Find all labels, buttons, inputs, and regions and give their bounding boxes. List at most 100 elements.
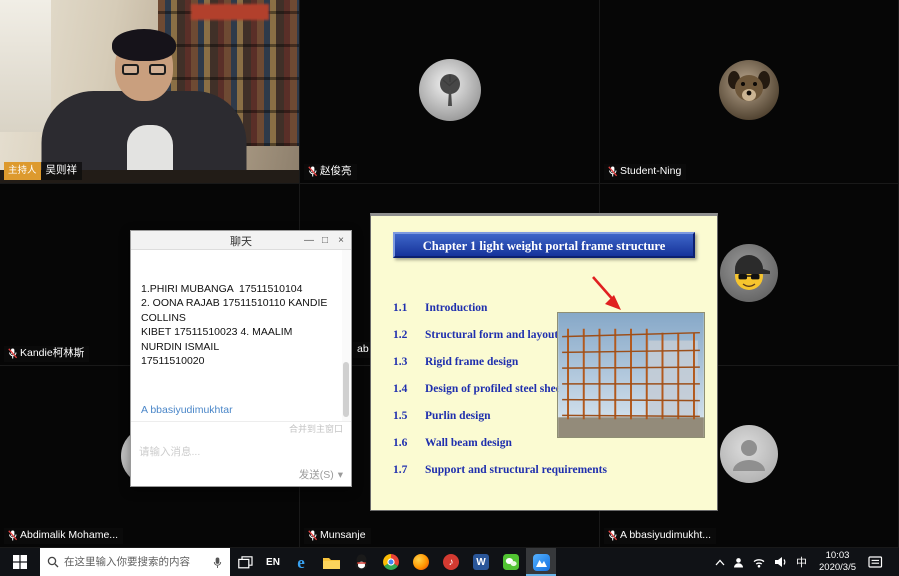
meeting-window: 主持人 吴则祥 赵俊亮: [0, 0, 899, 576]
person-head: [115, 35, 173, 101]
start-button[interactable]: [0, 548, 40, 576]
merge-to-main-window-button[interactable]: 合并到主窗口: [289, 422, 343, 437]
word-icon: W: [473, 554, 489, 570]
chat-titlebar[interactable]: 聊天 — □ ×: [131, 231, 351, 250]
red-arrow-annotation: [587, 272, 637, 318]
participant-name: Kandie柯林斯: [20, 347, 84, 360]
tray-caret-up-icon[interactable]: [715, 559, 725, 566]
taskbar-clock[interactable]: 10:03 2020/3/5: [815, 550, 860, 574]
network-icon[interactable]: [752, 557, 766, 568]
chat-window: 聊天 — □ × 1.PHIRI MUBANGA 17511510104 2. …: [130, 230, 352, 487]
avatar: [419, 59, 481, 121]
edge-icon: e: [297, 554, 305, 571]
taskbar-app-qq[interactable]: [346, 548, 376, 576]
glasses-left: [122, 64, 139, 75]
clock-time: 10:03: [819, 550, 856, 562]
person-silhouette-icon: [725, 430, 773, 478]
action-center-icon[interactable]: [868, 555, 883, 569]
participant-label: 主持人 吴则祥: [4, 162, 82, 180]
windows-logo-icon: [13, 555, 27, 569]
maximize-button[interactable]: □: [317, 231, 333, 250]
chat-send-row: 发送(S) ▾: [131, 466, 351, 486]
chat-message-input[interactable]: [131, 437, 351, 467]
chat-scrollbar[interactable]: [342, 250, 350, 421]
search-icon: [47, 556, 59, 568]
search-input[interactable]: [64, 556, 207, 568]
taskbar-app-chrome[interactable]: [376, 548, 406, 576]
language-indicator[interactable]: EN: [260, 548, 286, 576]
muted-mic-icon: [8, 530, 17, 541]
steel-structure-photo: [557, 312, 705, 438]
chat-sender-name: A bbasiyudimukhtar: [141, 403, 335, 417]
muted-mic-icon: [308, 530, 317, 541]
participant-name: ab: [357, 343, 369, 356]
taskbar-app-file-explorer[interactable]: [316, 548, 346, 576]
music-note-icon: ♪: [449, 557, 454, 568]
shared-screen-slide: Chapter 1 light weight portal frame stru…: [370, 213, 718, 511]
taskbar-app-firefox[interactable]: [406, 548, 436, 576]
muted-mic-icon: [608, 530, 617, 541]
participant-label: Student-Ning: [604, 164, 686, 180]
participant-name: Student-Ning: [620, 165, 681, 178]
people-tray-icon[interactable]: [733, 557, 744, 568]
cool-guy-icon: [725, 249, 773, 297]
participant-label: Kandie柯林斯: [4, 346, 89, 362]
qq-penguin-icon: [354, 554, 369, 570]
toc-item: 1.7Support and structural requirements: [393, 464, 607, 491]
taskbar-app-edge[interactable]: e: [286, 548, 316, 576]
clock-date: 2020/3/5: [819, 562, 856, 574]
participant-name: 吴则祥: [41, 162, 83, 180]
task-view-icon: [238, 556, 253, 569]
close-button[interactable]: ×: [333, 231, 349, 250]
participant-name: Abdimalik Mohame...: [20, 529, 118, 542]
chat-scrollbar-thumb[interactable]: [343, 362, 349, 417]
system-tray: 中 10:03 2020/3/5: [715, 548, 899, 576]
toc-item: 1.6Wall beam design: [393, 437, 607, 464]
send-button[interactable]: 发送(S) ▾: [299, 467, 343, 482]
chat-toolbar: 合并到主窗口: [131, 421, 351, 437]
video-tile[interactable]: Student-Ning: [600, 0, 899, 184]
taskbar-app-word[interactable]: W: [466, 548, 496, 576]
window-light: [0, 0, 51, 132]
wechat-icon: [503, 554, 519, 570]
meeting-app-icon: [533, 554, 550, 571]
glasses-right: [149, 64, 166, 75]
mic-icon[interactable]: [212, 556, 223, 569]
dog-icon: [725, 66, 773, 114]
minimize-button[interactable]: —: [301, 231, 317, 250]
participant-name: 赵俊亮: [320, 165, 352, 178]
firefox-icon: [413, 554, 429, 570]
avatar: [719, 60, 779, 120]
avatar: [720, 244, 778, 302]
video-tile[interactable]: 赵俊亮: [300, 0, 600, 184]
chat-message: 1.PHIRI MUBANGA 17511510104 2. OONA RAJA…: [141, 282, 335, 369]
ime-indicator[interactable]: 中: [796, 554, 807, 570]
participant-name: Munsanje: [320, 529, 366, 542]
folder-icon: [323, 556, 340, 569]
video-tile[interactable]: 主持人 吴则祥: [0, 0, 300, 184]
avatar: [720, 425, 778, 483]
books: [191, 4, 269, 20]
muted-mic-icon: [8, 348, 17, 359]
send-dropdown-caret-icon[interactable]: ▾: [338, 469, 343, 481]
windows-taskbar: EN e: [0, 548, 899, 576]
tree-icon: [430, 70, 470, 110]
volume-icon[interactable]: [774, 556, 788, 568]
chat-window-controls: — □ ×: [301, 231, 349, 250]
taskbar-app-wechat[interactable]: [496, 548, 526, 576]
participant-label: A bbasiyudimukht...: [604, 528, 716, 544]
participant-label: 赵俊亮: [304, 164, 357, 180]
person-hair: [112, 29, 176, 61]
task-view-button[interactable]: [230, 548, 260, 576]
taskbar-app-netease-music[interactable]: ♪: [436, 548, 466, 576]
taskbar-search-box[interactable]: [40, 548, 230, 576]
slide-title: Chapter 1 light weight portal frame stru…: [393, 232, 695, 258]
chat-message-list: 1.PHIRI MUBANGA 17511510104 2. OONA RAJA…: [131, 250, 351, 421]
chrome-icon: [383, 554, 399, 570]
muted-mic-icon: [608, 166, 617, 177]
participant-video: [0, 0, 299, 183]
participant-label: Abdimalik Mohame...: [4, 528, 123, 544]
taskbar-empty-area: [556, 548, 715, 576]
taskbar-app-meeting-active[interactable]: [526, 548, 556, 576]
host-badge: 主持人: [4, 162, 41, 180]
